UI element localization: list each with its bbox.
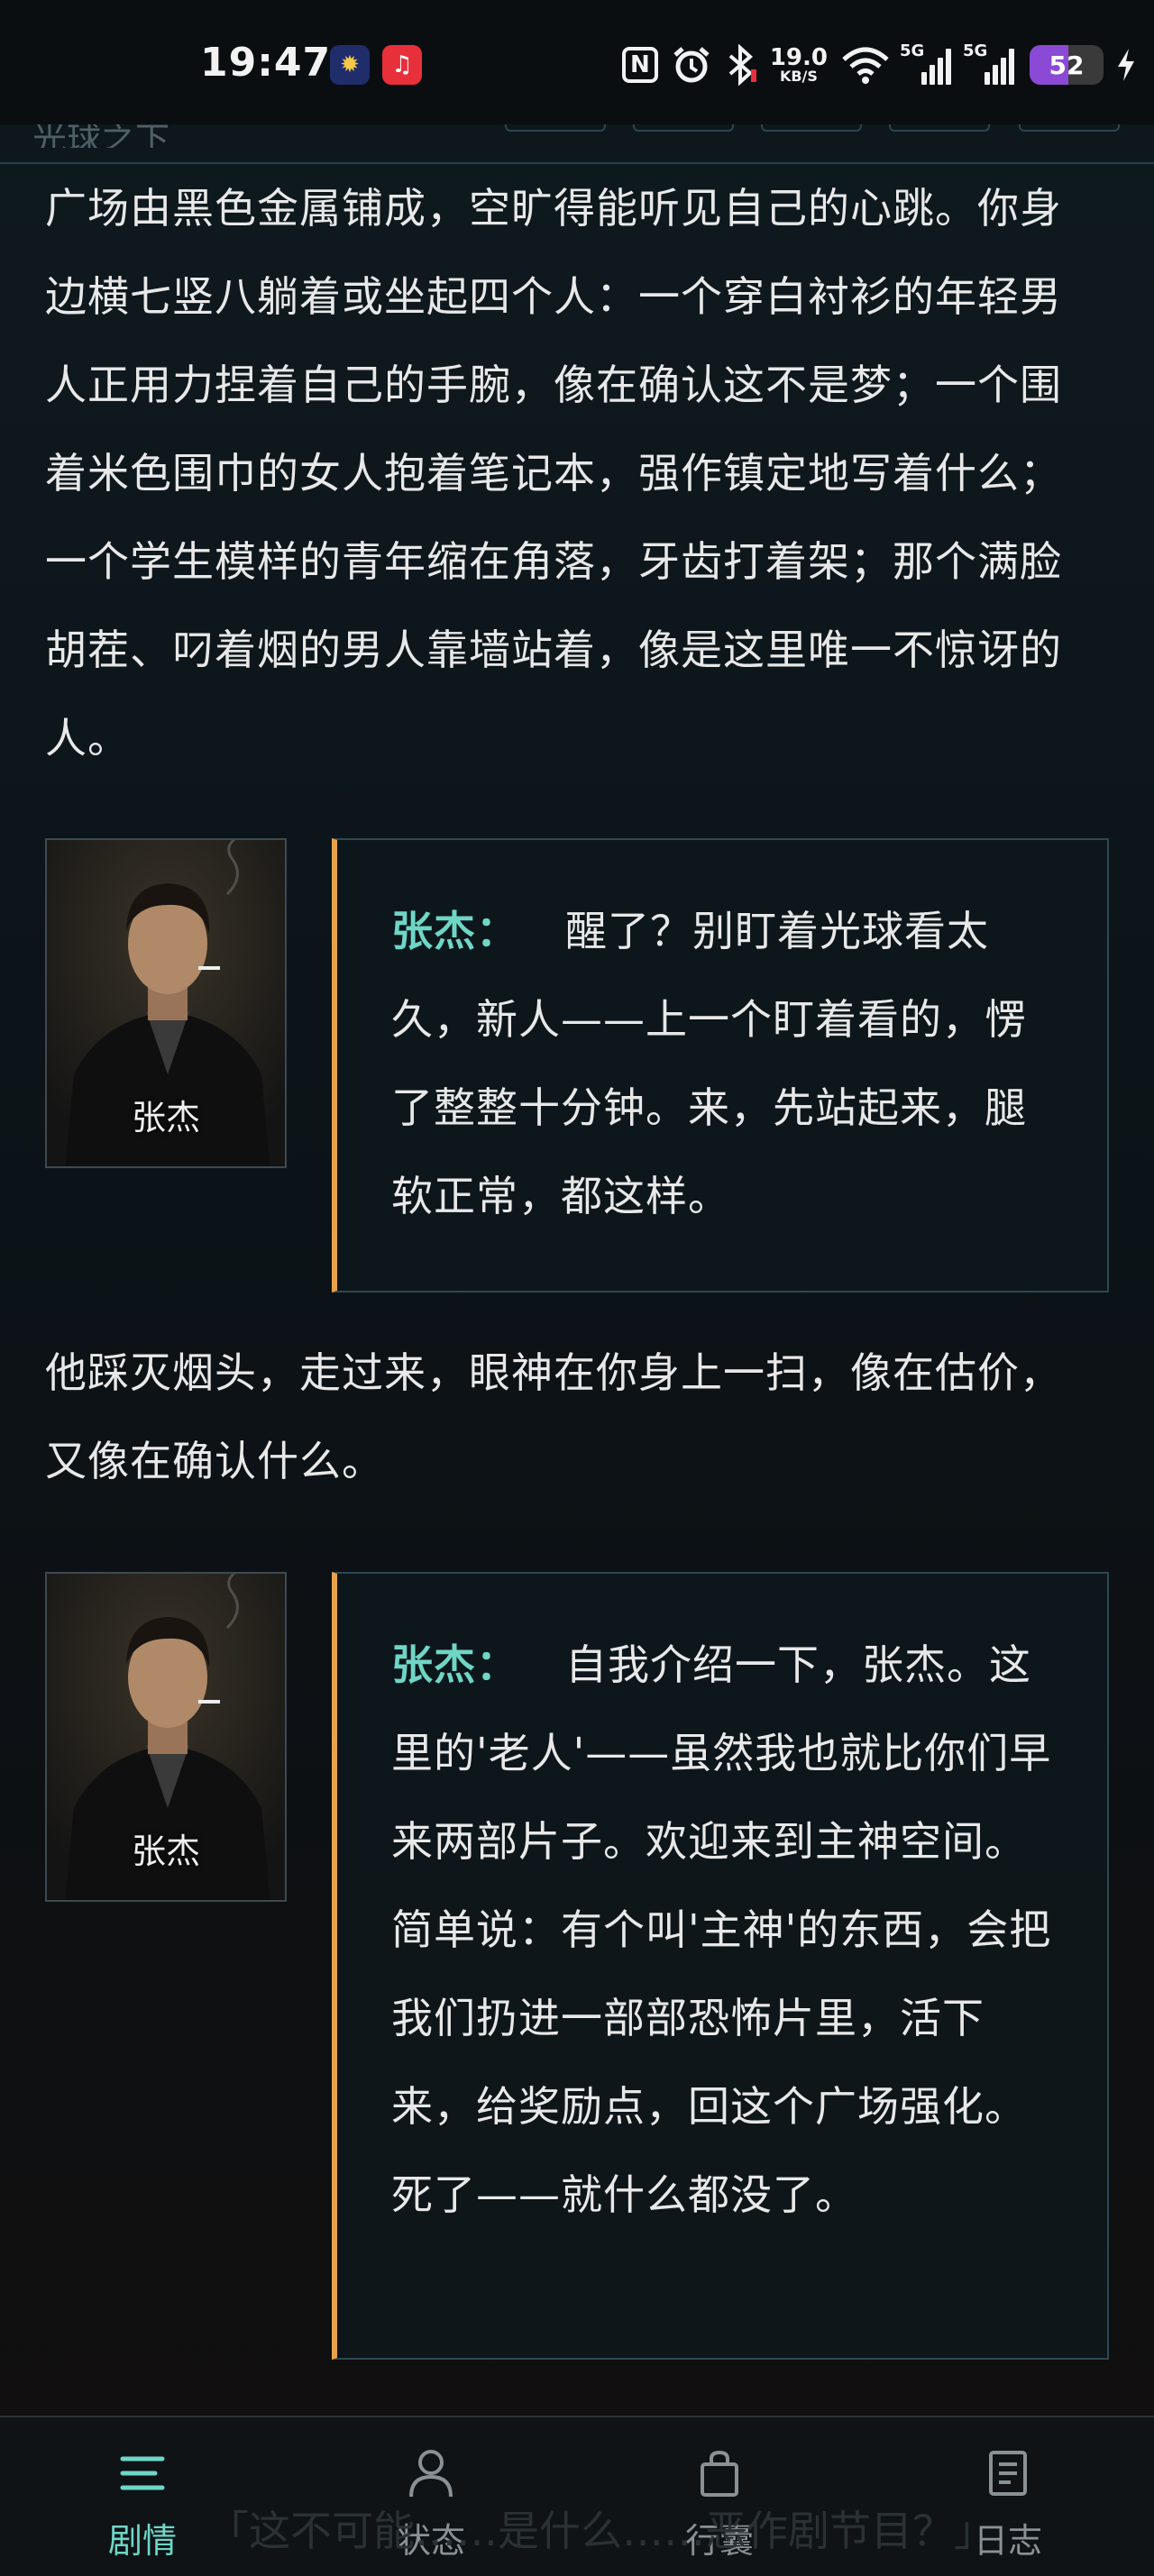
bag-icon	[629, 2444, 810, 2502]
menu-lines-icon	[52, 2444, 233, 2502]
document-icon	[918, 2444, 1098, 2502]
dialog-bubble: 张杰： 醒了？别盯着光球看太久，新人——上一个盯着看的，愣了整整十分钟。来，先站起…	[332, 838, 1109, 1293]
narration-paragraph: 他踩灭烟头，走过来，眼神在你身上一扫，像在估价，又像在确认什么。	[45, 1348, 1062, 1485]
character-portrait[interactable]: 张杰	[45, 1572, 287, 1902]
news-app-icon: ✹	[330, 45, 370, 85]
speaker-name: 张杰：	[391, 907, 518, 955]
status-bar: 19:47 ✹ ♫ N 19.0 KB/S 5G 5G 52	[0, 0, 1154, 124]
header-tab[interactable]	[761, 124, 862, 132]
nav-tab-log[interactable]: 日志	[918, 2444, 1098, 2562]
dialog-block: 张杰 张杰： 自我介绍一下，张杰。这里的'老人'——虽然我也就比你们早来两部片子。…	[45, 1572, 1109, 2360]
net-speed: 19.0 KB/S	[769, 44, 828, 85]
signal-strength-1: 5G	[900, 41, 954, 85]
character-portrait[interactable]: 张杰	[45, 838, 287, 1168]
bluetooth-icon	[725, 42, 757, 87]
charging-icon	[1116, 42, 1136, 87]
header-tab[interactable]	[505, 124, 606, 132]
story-header: 光球之下	[0, 120, 1154, 164]
nav-tab-story[interactable]: 剧情	[52, 2444, 233, 2562]
nav-tab-status[interactable]: 状态	[341, 2444, 521, 2562]
nav-label: 行囊	[684, 2521, 754, 2561]
dialog-block: 张杰 张杰： 醒了？别盯着光球看太久，新人——上一个盯着看的，愣了整整十分钟。来，…	[45, 838, 1109, 1293]
status-time: 19:47	[200, 40, 332, 86]
wifi-icon	[840, 42, 891, 87]
speaker-name: 张杰：	[391, 1640, 518, 1689]
header-tab[interactable]	[1019, 124, 1120, 132]
bottom-navigation: 剧情 状态 行囊 日志	[0, 2416, 1154, 2576]
signal-strength-2: 5G	[963, 41, 1017, 85]
portrait-caption: 张杰	[131, 1832, 200, 1871]
person-icon	[341, 2444, 521, 2502]
dialog-text: 自我介绍一下，张杰。这里的'老人'——虽然我也就比你们早来两部片子。欢迎来到主神…	[391, 1640, 1052, 2219]
dialog-bubble: 张杰： 自我介绍一下，张杰。这里的'老人'——虽然我也就比你们早来两部片子。欢迎来…	[332, 1572, 1109, 2360]
story-screen: 19:47 ✹ ♫ N 19.0 KB/S 5G 5G 52 光球之下 广场由黑…	[0, 0, 1154, 2576]
music-app-icon: ♫	[382, 45, 422, 85]
narration-paragraph: 广场由黑色金属铺成，空旷得能听见自己的心跳。你身边横七竖八躺着或坐起四个人：一个…	[45, 184, 1062, 763]
battery-indicator: 52	[1030, 42, 1104, 87]
nav-tab-bag[interactable]: 行囊	[629, 2444, 810, 2562]
nfc-icon: N	[621, 42, 658, 87]
nav-label: 剧情	[107, 2521, 177, 2561]
header-tab[interactable]	[889, 124, 990, 132]
status-icons: N 19.0 KB/S 5G 5G 52	[621, 36, 1136, 94]
nav-label: 状态	[396, 2521, 465, 2561]
alarm-icon	[671, 42, 712, 87]
nav-label: 日志	[973, 2521, 1042, 2561]
header-tab[interactable]	[633, 124, 734, 132]
portrait-caption: 张杰	[131, 1098, 200, 1137]
